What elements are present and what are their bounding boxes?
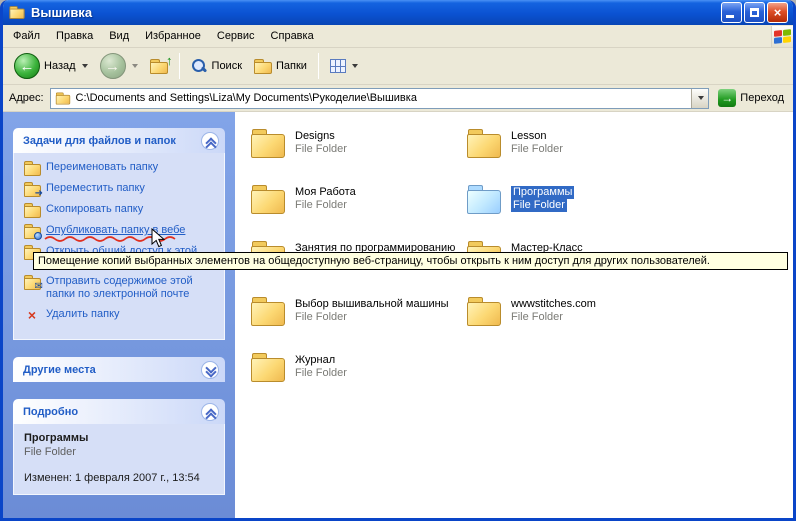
minimize-button[interactable] [721,2,742,23]
go-label: Переход [740,92,784,104]
maximize-icon [750,8,759,17]
window-folder-icon [9,6,24,19]
task-delete-folder[interactable]: × Удалить папку [24,308,218,322]
file-tasks-header[interactable]: Задачи для файлов и папок [13,128,225,153]
folder-icon-selected [467,184,501,214]
address-path: C:\Documents and Settings\Liza\My Docume… [76,92,688,104]
window-controls: × [721,2,788,23]
maximize-button[interactable] [744,2,765,23]
task-email-folder[interactable]: ✉ Отправить содержимое этой папки по эле… [24,275,218,301]
close-button[interactable]: × [767,2,788,23]
toolbar-separator [179,53,180,79]
back-dropdown-icon[interactable] [82,64,88,68]
folders-label: Папки [276,60,307,72]
tooltip: Помещение копий выбранных элементов на о… [33,252,788,270]
folder-icon [467,296,501,326]
toolbar-separator [318,53,319,79]
file-item[interactable]: ЖурналFile Folder [251,352,347,408]
file-tasks-panel: Задачи для файлов и папок Переименовать … [13,128,225,340]
address-folder-icon [55,92,69,104]
address-input[interactable]: C:\Documents and Settings\Liza\My Docume… [50,88,710,109]
task-pane: Задачи для файлов и папок Переименовать … [3,112,235,518]
details-item-name: Программы [24,432,218,444]
forward-button[interactable]: → [95,50,143,82]
task-rename-folder[interactable]: Переименовать папку [24,161,218,175]
file-item[interactable]: wwwstitches.comFile Folder [467,296,596,352]
folder-icon [251,352,285,382]
windows-logo-icon [771,26,793,47]
menu-help[interactable]: Справка [263,27,322,45]
expand-chevron-icon[interactable] [201,361,219,379]
file-item[interactable]: DesignsFile Folder [251,128,347,184]
views-icon [330,59,346,73]
file-list-area: DesignsFile Folder LessonFile Folder Моя… [235,112,793,518]
copy-folder-icon [24,203,40,217]
other-places-title: Другие места [23,364,201,376]
back-label: Назад [44,60,76,72]
views-dropdown-icon[interactable] [352,64,358,68]
back-icon: ← [14,53,40,79]
up-button[interactable]: ↑ [145,56,173,77]
views-button[interactable] [325,56,363,76]
delete-folder-icon: × [24,308,40,322]
mouse-cursor-icon [151,228,165,248]
details-title: Подробно [23,406,201,418]
minimize-icon [726,15,734,18]
move-folder-icon: ➜ [24,182,40,196]
search-icon [191,58,208,75]
folder-icon [251,296,285,326]
main-area: Задачи для файлов и папок Переименовать … [3,112,793,518]
up-folder-icon: ↑ [150,59,168,74]
other-places-panel: Другие места [13,357,225,382]
file-item[interactable]: Выбор вышивальной машиныFile Folder [251,296,449,352]
forward-icon: → [100,53,126,79]
search-label: Поиск [212,60,242,72]
title-bar[interactable]: Вышивка × [3,0,793,25]
details-panel: Подробно Программы File Folder Изменен: … [13,399,225,495]
menu-tools[interactable]: Сервис [209,27,263,45]
file-item[interactable]: Моя РаботаFile Folder [251,184,356,240]
menu-bar: Файл Правка Вид Избранное Сервис Справка [3,25,793,48]
menu-favorites[interactable]: Избранное [137,27,209,45]
details-item-type: File Folder [24,446,218,458]
explorer-window: Вышивка × Файл Правка Вид Избранное Серв… [0,0,796,521]
email-folder-icon: ✉ [24,275,40,289]
forward-dropdown-icon [132,64,138,68]
folders-icon [254,59,272,74]
task-copy-folder[interactable]: Скопировать папку [24,203,218,217]
go-button[interactable]: → Переход [715,89,787,107]
up-arrow-icon: ↑ [166,53,173,68]
details-item-modified: Изменен: 1 февраля 2007 г., 13:54 [24,472,218,484]
publish-folder-web-icon [24,224,40,238]
task-publish-folder-web[interactable]: Опубликовать папку в вебе [24,224,218,238]
menu-file[interactable]: Файл [5,27,48,45]
details-body: Программы File Folder Изменен: 1 февраля… [13,424,225,495]
collapse-chevron-icon[interactable] [201,403,219,421]
other-places-header[interactable]: Другие места [13,357,225,382]
menu-edit[interactable]: Правка [48,27,101,45]
back-button[interactable]: ← Назад [9,50,93,82]
rename-folder-icon [24,161,40,175]
file-tasks-title: Задачи для файлов и папок [23,135,201,147]
folders-button[interactable]: Папки [249,56,312,77]
search-button[interactable]: Поиск [186,55,247,78]
details-header[interactable]: Подробно [13,399,225,424]
go-icon: → [718,89,736,107]
folder-icon [467,128,501,158]
folder-icon [251,128,285,158]
toolbar: ← Назад → ↑ Поиск Папки [3,48,793,85]
task-move-folder[interactable]: ➜ Переместить папку [24,182,218,196]
collapse-chevron-icon[interactable] [201,132,219,150]
file-item[interactable]: LessonFile Folder [467,128,563,184]
address-bar: Адрес: C:\Documents and Settings\Liza\My… [3,85,793,112]
address-dropdown-button[interactable] [691,89,708,108]
folder-icon [251,184,285,214]
file-item[interactable]: ПрограммыFile Folder [467,184,574,240]
file-tasks-body: Переименовать папку ➜ Переместить папку … [13,153,225,340]
address-dropdown-icon [698,96,704,100]
address-label: Адрес: [9,92,44,104]
menu-view[interactable]: Вид [101,27,137,45]
window-title: Вышивка [31,5,721,20]
